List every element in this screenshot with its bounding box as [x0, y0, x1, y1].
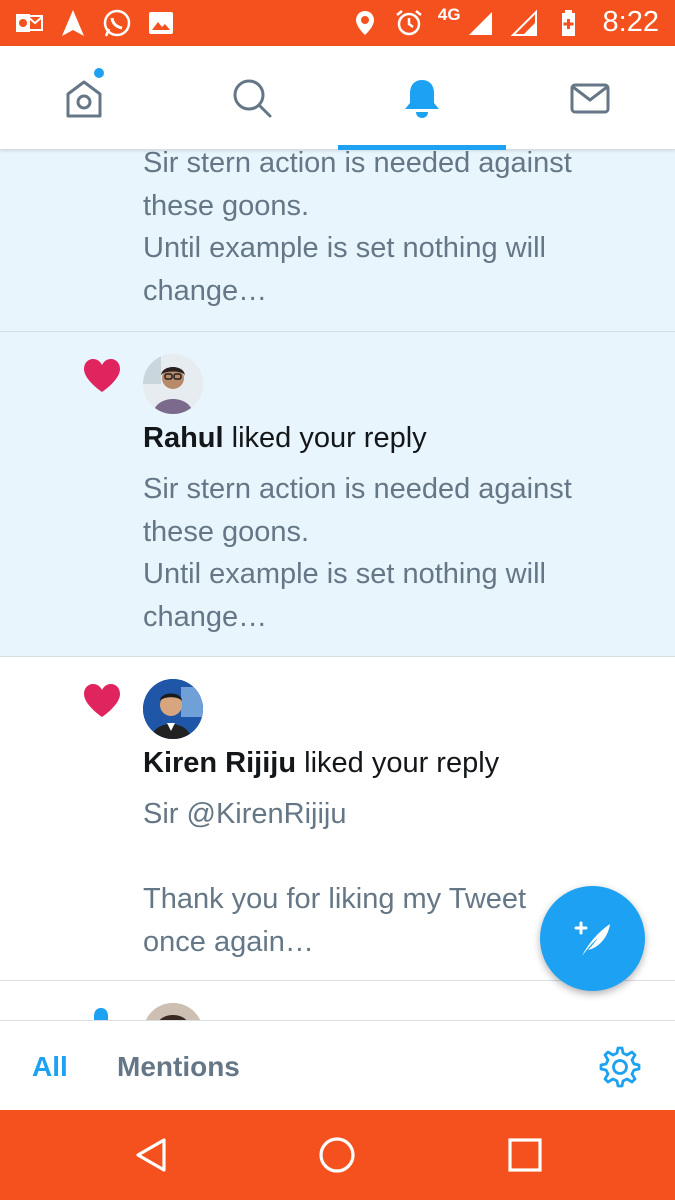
home-icon	[66, 80, 102, 118]
compose-tweet-button[interactable]	[540, 886, 645, 991]
tab-notifications[interactable]	[338, 46, 506, 150]
notification-item[interactable]: Sir stern action is needed against these…	[0, 150, 675, 332]
active-tab-indicator	[338, 145, 506, 150]
battery-icon	[561, 9, 575, 36]
notification-type-icon	[94, 1008, 108, 1020]
compose-tweet-icon	[574, 921, 610, 956]
tab-search[interactable]	[168, 46, 336, 150]
search-icon	[233, 79, 272, 118]
avatar[interactable]	[143, 679, 203, 739]
bell-icon	[405, 80, 439, 118]
notification-filter-bar: All Mentions	[0, 1020, 675, 1110]
gear-icon[interactable]	[598, 1045, 642, 1089]
avatar-photo	[143, 354, 203, 414]
user-name[interactable]: Kiren Rijiju	[143, 747, 296, 779]
notification-title: Kiren Rijiju liked your reply	[143, 747, 499, 780]
tweet-text: Sir stern action is needed against these…	[143, 473, 572, 633]
mail-icon	[570, 83, 610, 114]
tab-home[interactable]	[0, 46, 168, 150]
notification-title: Rahul liked your reply	[143, 422, 427, 455]
home-circle-icon[interactable]	[316, 1134, 358, 1176]
notification-action: liked your reply	[223, 422, 427, 454]
heart-icon	[84, 359, 120, 392]
recents-icon[interactable]	[504, 1134, 546, 1176]
tab-all[interactable]: All	[32, 1051, 68, 1083]
status-bar: 4G 8:22	[0, 0, 675, 46]
avatar[interactable]	[143, 354, 203, 414]
navigation-icon	[62, 10, 84, 36]
new-content-dot	[94, 68, 104, 78]
tab-mentions[interactable]: Mentions	[117, 1051, 240, 1083]
signal-icon	[468, 11, 492, 35]
system-navigation-bar	[0, 1110, 675, 1200]
clock: 8:22	[602, 6, 659, 38]
gallery-icon	[149, 12, 173, 34]
outlook-icon	[16, 14, 43, 32]
tab-messages[interactable]	[506, 46, 674, 150]
avatar-photo	[143, 679, 203, 739]
signal-icon	[510, 9, 537, 36]
heart-icon	[84, 684, 120, 717]
avatar-photo	[143, 1003, 203, 1020]
avatar[interactable]	[143, 1003, 203, 1020]
tweet-text: Sir stern action is needed against these…	[143, 150, 572, 307]
whatsapp-icon	[103, 9, 131, 37]
location-icon	[355, 10, 374, 35]
alarm-icon	[396, 9, 422, 35]
notification-action: liked your reply	[296, 747, 500, 779]
top-navigation	[0, 46, 675, 150]
network-type: 4G	[437, 4, 461, 24]
notification-item[interactable]: Rahul liked your reply Sir stern action …	[0, 332, 675, 657]
back-icon[interactable]	[130, 1134, 172, 1176]
user-name[interactable]: Rahul	[143, 422, 224, 454]
